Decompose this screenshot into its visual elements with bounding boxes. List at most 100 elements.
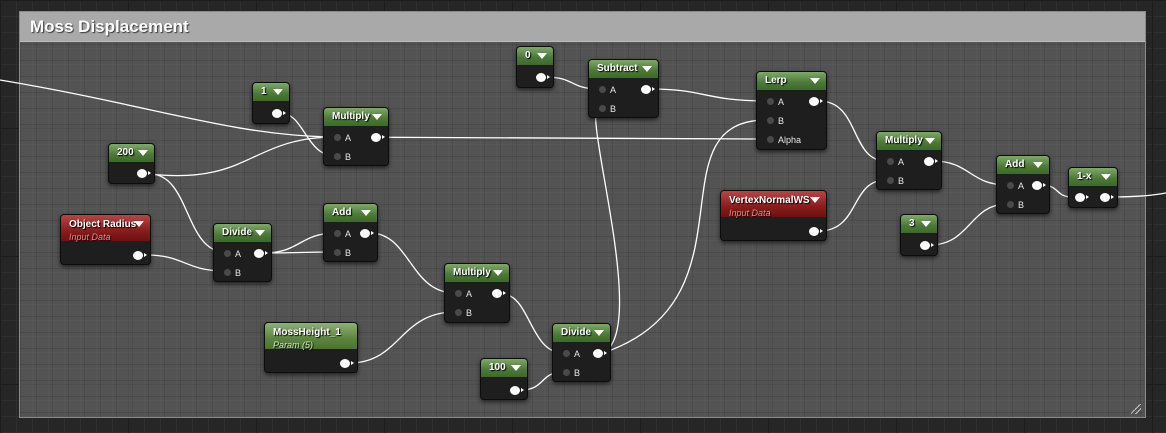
input-pin-a-icon[interactable] <box>455 290 462 297</box>
divide-node-2[interactable]: Divide A B <box>552 323 611 382</box>
constant-node-200[interactable]: 200 <box>108 143 155 184</box>
node-header: Object Radius Input Data <box>61 215 150 242</box>
pin-label-a: A <box>1018 181 1025 191</box>
pin-label-a: A <box>235 249 242 259</box>
pin-label-a: A <box>898 157 905 167</box>
input-pin-alpha-icon[interactable] <box>767 136 774 143</box>
output-pin-icon[interactable] <box>924 157 938 166</box>
node-subtitle: Input Data <box>729 208 771 218</box>
caret-down-icon[interactable] <box>134 221 144 227</box>
output-pin-icon[interactable] <box>340 359 354 368</box>
pin-label-a: A <box>778 97 785 107</box>
node-subtitle: Input Data <box>69 232 111 242</box>
pin-label-b: B <box>574 368 581 378</box>
add-node-1[interactable]: Add A B <box>323 203 378 262</box>
output-pin-icon[interactable] <box>809 97 823 106</box>
pin-label-b: B <box>345 152 352 162</box>
input-pin-b-icon[interactable] <box>455 309 462 316</box>
pin-label-a: A <box>466 289 473 299</box>
output-pin-icon[interactable] <box>536 73 550 82</box>
input-pin-a-icon[interactable] <box>887 158 894 165</box>
output-pin-icon[interactable] <box>641 85 655 94</box>
caret-down-icon[interactable] <box>810 78 820 84</box>
node-title: Object Radius <box>69 219 137 230</box>
node-title: 3 <box>901 215 937 233</box>
caret-down-icon[interactable] <box>537 53 547 59</box>
caret-down-icon[interactable] <box>1101 174 1111 180</box>
subtract-node[interactable]: Subtract A B <box>588 59 659 118</box>
pin-label-b: B <box>610 104 617 114</box>
caret-down-icon[interactable] <box>925 138 935 144</box>
pin-label-a: A <box>610 85 617 95</box>
input-pin-a-icon[interactable] <box>334 134 341 141</box>
caret-down-icon[interactable] <box>642 66 652 72</box>
lerp-node[interactable]: Lerp A B Alpha <box>756 71 827 150</box>
comment-title[interactable]: Moss Displacement <box>20 12 1145 42</box>
caret-down-icon[interactable] <box>511 365 521 371</box>
caret-down-icon[interactable] <box>255 230 265 236</box>
caret-down-icon[interactable] <box>921 221 931 227</box>
caret-down-icon[interactable] <box>361 210 371 216</box>
output-pin-icon[interactable] <box>137 169 151 178</box>
output-pin-icon[interactable] <box>510 386 524 395</box>
input-pin-a-icon[interactable] <box>767 98 774 105</box>
caret-down-icon[interactable] <box>1033 162 1043 168</box>
input-pin-a-icon[interactable] <box>334 230 341 237</box>
caret-down-icon[interactable] <box>372 114 382 120</box>
resize-grip-icon[interactable] <box>1131 404 1141 414</box>
multiply-node-3[interactable]: Multiply A B <box>876 131 942 190</box>
node-title: MossHeight_1 <box>273 327 341 338</box>
caret-down-icon[interactable] <box>493 270 503 276</box>
add-node-2[interactable]: Add A B <box>996 155 1050 214</box>
constant-node-3[interactable]: 3 <box>900 214 938 256</box>
node-title: VertexNormalWS <box>729 195 810 206</box>
caret-down-icon[interactable] <box>138 150 148 156</box>
input-pin-b-icon[interactable] <box>1007 201 1014 208</box>
output-pin-icon[interactable] <box>1032 181 1046 190</box>
node-subtitle: Param (5) <box>273 340 314 350</box>
divide-node-1[interactable]: Divide A B <box>213 223 272 282</box>
pin-label-b: B <box>778 116 785 126</box>
node-title: 0 <box>517 47 553 65</box>
output-pin-icon[interactable] <box>254 249 268 258</box>
input-pin-b-icon[interactable] <box>767 117 774 124</box>
output-pin-icon[interactable] <box>809 227 823 236</box>
input-pin-a-icon[interactable] <box>599 86 606 93</box>
one-minus-node[interactable]: 1-x <box>1068 167 1118 208</box>
input-pin-b-icon[interactable] <box>334 153 341 160</box>
vertex-normal-ws-node[interactable]: VertexNormalWS Input Data <box>720 190 827 241</box>
input-pin-b-icon[interactable] <box>334 249 341 256</box>
pin-label-b: B <box>1018 200 1025 210</box>
output-pin-icon[interactable] <box>133 251 147 260</box>
pin-label-b: B <box>235 268 242 278</box>
output-pin-icon[interactable] <box>593 349 607 358</box>
moss-height-param-node[interactable]: MossHeight_1 Param (5) <box>264 322 358 373</box>
caret-down-icon[interactable] <box>594 330 604 336</box>
input-pin-b-icon[interactable] <box>887 177 894 184</box>
input-pin-a-icon[interactable] <box>563 350 570 357</box>
caret-down-icon[interactable] <box>810 197 820 203</box>
object-radius-node[interactable]: Object Radius Input Data <box>60 214 151 265</box>
pin-label-b: B <box>898 176 905 186</box>
output-pin-icon[interactable] <box>920 241 934 250</box>
material-graph-canvas[interactable]: Moss Displacement 0 1 200 3 100 Object R… <box>0 0 1166 433</box>
caret-down-icon[interactable] <box>273 89 283 95</box>
multiply-node-1[interactable]: Multiply A B <box>323 107 389 166</box>
constant-node-100[interactable]: 100 <box>480 358 528 400</box>
input-pin-a-icon[interactable] <box>1007 182 1014 189</box>
output-pin-icon[interactable] <box>492 289 506 298</box>
output-pin-icon[interactable] <box>1100 193 1114 202</box>
input-pin-icon[interactable] <box>1075 193 1089 202</box>
constant-node-0[interactable]: 0 <box>516 46 554 88</box>
output-pin-icon[interactable] <box>272 109 286 118</box>
constant-node-1[interactable]: 1 <box>252 82 290 124</box>
input-pin-b-icon[interactable] <box>599 105 606 112</box>
input-pin-b-icon[interactable] <box>563 369 570 376</box>
input-pin-a-icon[interactable] <box>224 250 231 257</box>
node-header: MossHeight_1 Param (5) <box>265 323 357 350</box>
output-pin-icon[interactable] <box>371 133 385 142</box>
multiply-node-2[interactable]: Multiply A B <box>444 263 510 323</box>
output-pin-icon[interactable] <box>360 229 374 238</box>
pin-label-a: A <box>574 349 581 359</box>
input-pin-b-icon[interactable] <box>224 269 231 276</box>
